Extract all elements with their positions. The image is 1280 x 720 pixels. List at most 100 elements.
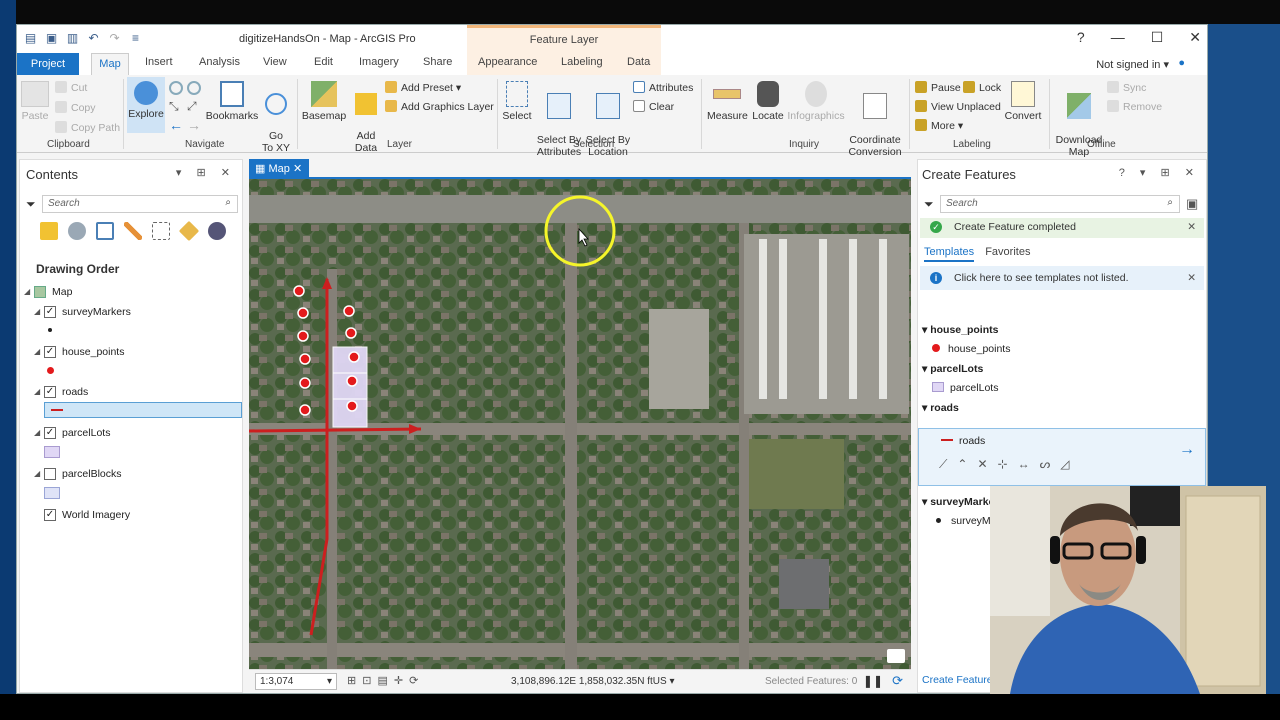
list-by-perspective-icon[interactable] [208,222,226,240]
list-by-snapping-icon[interactable] [152,222,170,240]
tab-favorites[interactable]: Favorites [985,246,1030,258]
list-by-editing-icon[interactable] [124,222,142,240]
copy-button[interactable]: Copy [55,101,96,114]
visibility-checkbox[interactable]: ✓ [44,427,56,439]
direction-distance-tool-icon[interactable]: ⊹ [998,457,1008,472]
scale-selector[interactable]: 1:3,074 ▾ [255,673,337,690]
template-house-points[interactable]: house_points [932,343,1010,355]
template-parcellots[interactable]: parcelLots [932,382,998,394]
expand-icon[interactable]: ◢ [34,428,40,437]
add-graphics-layer-button[interactable]: Add Graphics Layer [385,100,494,113]
refresh-icon[interactable]: ⟳ [892,673,903,689]
tab-imagery[interactable]: Imagery [359,56,399,68]
templates-info-banner[interactable]: i Click here to see templates not listed… [920,266,1204,290]
next-extent-icon[interactable]: → [187,117,201,133]
view-unplaced-button[interactable]: View Unplaced [915,100,1001,113]
paste-button[interactable]: Paste [21,81,49,122]
templates-search-input[interactable]: Search ⌕ [940,195,1180,213]
template-group-roads[interactable]: ▾ roads [922,402,959,414]
tab-map[interactable]: Map [91,53,129,75]
visibility-checkbox[interactable]: ✓ [44,306,56,318]
visibility-checkbox[interactable]: ✓ [44,509,56,521]
visibility-checkbox[interactable]: ✓ [44,346,56,358]
zoom-in-icon[interactable] [187,81,201,95]
list-by-drawing-order-icon[interactable] [40,222,58,240]
list-by-labeling-icon[interactable] [178,220,200,242]
fixed-zoom-in-icon[interactable]: ⤡ [169,99,179,114]
midpoint-tool-icon[interactable]: ✕ [977,457,987,472]
cut-button[interactable]: Cut [55,81,87,94]
tab-analysis[interactable]: Analysis [199,56,240,68]
infographics-button[interactable]: Infographics [787,81,845,122]
expand-icon[interactable]: ◢ [24,287,30,296]
maximize-icon[interactable]: ☐ [1151,29,1164,46]
remove-button[interactable]: Remove [1107,100,1162,113]
open-icon[interactable]: ▣ [44,31,59,46]
bookmarks-button[interactable]: Bookmarks [205,81,259,122]
pane-controls[interactable]: ? ▾ ⊞ ✕ [1119,166,1200,179]
measure-button[interactable]: Measure [707,81,748,122]
pause-drawing-icon[interactable]: ❚❚ [863,674,883,688]
goto-xy-button[interactable]: Go To XY [261,81,291,154]
distance-distance-tool-icon[interactable]: ↔ [1018,457,1030,472]
visibility-checkbox[interactable]: ✓ [44,386,56,398]
dismiss-icon[interactable]: ✕ [1187,221,1196,233]
add-preset-button[interactable]: Add Preset ▾ [385,81,461,94]
customize-icon[interactable]: ≡ [128,31,143,46]
pane-controls[interactable]: ▾ ⊞ ✕ [176,166,236,179]
list-by-source-icon[interactable] [68,222,86,240]
template-roads[interactable]: roads [941,435,985,447]
map-overview-icon[interactable] [887,649,905,663]
dismiss-icon[interactable]: ✕ [1187,272,1196,284]
notification-icon[interactable]: ● [1178,57,1185,69]
tab-appearance[interactable]: Appearance [478,56,537,68]
tab-view[interactable]: View [263,56,287,68]
help-icon[interactable]: ? [1077,29,1085,46]
template-roads-selected[interactable]: roads ⟋ ⌃ ✕ ⊹ ↔ ᔕ ◿ → [918,428,1206,486]
expand-icon[interactable]: ◢ [34,347,40,356]
map-canvas[interactable] [249,179,911,669]
snapping-icon[interactable]: ⊡ [362,674,371,687]
add-data-button[interactable]: Add Data [349,81,383,154]
attributes-button[interactable]: Attributes [633,81,693,94]
template-group-parcellots[interactable]: ▾ parcelLots [922,363,983,375]
visibility-checkbox[interactable] [44,468,56,480]
copy-path-button[interactable]: Copy Path [55,121,120,134]
close-map-tab-icon[interactable]: ✕ [293,163,302,175]
tab-insert[interactable]: Insert [145,56,173,68]
tab-data[interactable]: Data [627,56,650,68]
filter-icon[interactable]: ⏷ [26,197,36,212]
fixed-zoom-out-icon[interactable]: ⤢ [187,99,197,114]
line-tool-icon[interactable]: ⟋ [939,457,947,472]
locate-button[interactable]: Locate [751,81,785,122]
create-features-footer-link[interactable]: Create Features [922,674,998,686]
list-by-selection-icon[interactable] [96,222,114,240]
save-icon[interactable]: ▥ [65,31,80,46]
roads-symbol-selected[interactable] [44,402,242,418]
grid-icon[interactable]: ⊞ [347,674,356,687]
filter-icon[interactable]: ⏷ [924,197,934,212]
tab-project[interactable]: Project [17,53,79,75]
rotate-icon[interactable]: ⟳ [409,674,418,687]
tab-templates[interactable]: Templates [924,246,975,262]
convert-button[interactable]: Convert [1003,81,1043,122]
more-labeling-button[interactable]: More ▾ [915,119,963,132]
sync-button[interactable]: Sync [1107,81,1146,94]
coordinate-readout[interactable]: 3,108,896.12E 1,858,032.35N ftUS ▾ [511,676,675,687]
manage-templates-icon[interactable]: ▣ [1186,196,1198,212]
map-view-tab[interactable]: ▦ Map ✕ [249,159,309,178]
expand-icon[interactable]: ◢ [34,387,40,396]
trace-tool-icon[interactable]: ᔕ [1040,457,1051,472]
pause-labeling-button[interactable]: Pause [915,81,961,94]
tab-share[interactable]: Share [423,56,452,68]
select-button[interactable]: Select [501,81,533,122]
expand-icon[interactable]: ◢ [34,307,40,316]
tab-edit[interactable]: Edit [314,56,333,68]
close-icon[interactable]: ✕ [1189,29,1201,46]
lock-labeling-button[interactable]: Lock [963,81,1001,94]
right-angle-line-tool-icon[interactable]: ⌃ [957,457,967,472]
table-icon[interactable]: ▤ [377,674,387,687]
new-project-icon[interactable]: ▤ [23,31,38,46]
constraint-icon[interactable]: ✛ [394,674,403,687]
basemap-button[interactable]: Basemap [301,81,347,122]
